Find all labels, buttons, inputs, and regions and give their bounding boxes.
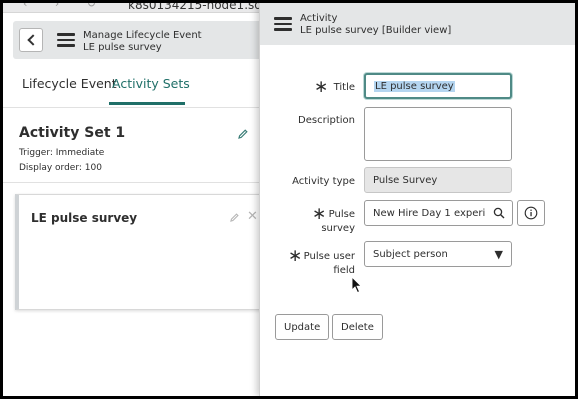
pencil-icon[interactable] [238,129,248,139]
page-title: Manage Lifecycle Event [83,30,202,41]
page-header: Manage Lifecycle Event LE pulse survey [13,21,259,59]
chevron-left-icon [26,34,39,46]
menu-icon[interactable] [274,17,292,31]
activity-set-title: Activity Set 1 [19,125,126,141]
update-button[interactable]: Update [275,314,330,340]
pulse-user-field-label-line1: Pulse user [303,251,355,262]
browser-toolbar: ‹ › ↻ k8s0134215-node1.sdtn [3,3,259,13]
info-icon [524,206,538,220]
search-icon [493,207,504,219]
active-tab-indicator [109,102,185,105]
activity-card[interactable]: LE pulse survey ✕ [15,194,265,310]
browser-nav-buttons[interactable]: ‹ › ↻ [23,3,108,10]
panel-subtitle: LE pulse survey [Builder view] [300,25,452,36]
tab-lifecycle-event[interactable]: Lifecycle Event [22,76,117,91]
mouse-cursor-icon [351,276,363,294]
pulse-user-field-label-line2: field [333,265,355,276]
panel-header: Activity LE pulse survey [Builder view] [260,3,575,45]
lifecycle-event-page: ‹ › ↻ k8s0134215-node1.sdtn Manage Lifec… [3,3,265,396]
menu-icon[interactable] [57,33,75,47]
description-textarea[interactable] [364,107,512,161]
activity-set-trigger: Trigger: Immediate [19,148,105,158]
pulse-user-field-select[interactable]: Subject person ▼ [364,241,512,267]
title-label: Title [333,82,355,93]
required-icon: ∗ [314,77,329,97]
address-bar[interactable]: k8s0134215-node1.sdtn [128,3,259,12]
title-input[interactable]: LE pulse survey [364,73,512,99]
activity-type-field: Pulse Survey [364,167,512,193]
back-button[interactable] [19,28,43,52]
pulse-survey-label-line2: survey [321,223,355,234]
search-button[interactable] [485,200,513,226]
pulse-user-field-value: Subject person [373,248,448,260]
pencil-icon[interactable] [230,213,239,222]
description-label: Description [298,115,355,126]
delete-button[interactable]: Delete [332,314,383,340]
activity-panel: Activity LE pulse survey [Builder view] … [259,3,575,396]
pulse-survey-input[interactable]: New Hire Day 1 experience [364,200,486,226]
activity-card-title: LE pulse survey [31,211,138,225]
title-input-value: LE pulse survey [374,80,455,92]
activity-type-label: Activity type [292,176,355,187]
close-icon[interactable]: ✕ [247,209,258,224]
caret-down-icon: ▼ [494,247,503,261]
pulse-survey-label-line1: Pulse [328,209,355,220]
app-window: ‹ › ↻ k8s0134215-node1.sdtn Manage Lifec… [3,3,575,396]
activity-set-display-order: Display order: 100 [19,163,102,173]
tab-activity-sets[interactable]: Activity Sets [112,76,190,91]
divider [3,107,259,108]
info-button[interactable] [517,200,545,226]
page-subtitle: LE pulse survey [83,42,162,53]
divider [3,182,259,183]
panel-title: Activity [300,13,338,24]
